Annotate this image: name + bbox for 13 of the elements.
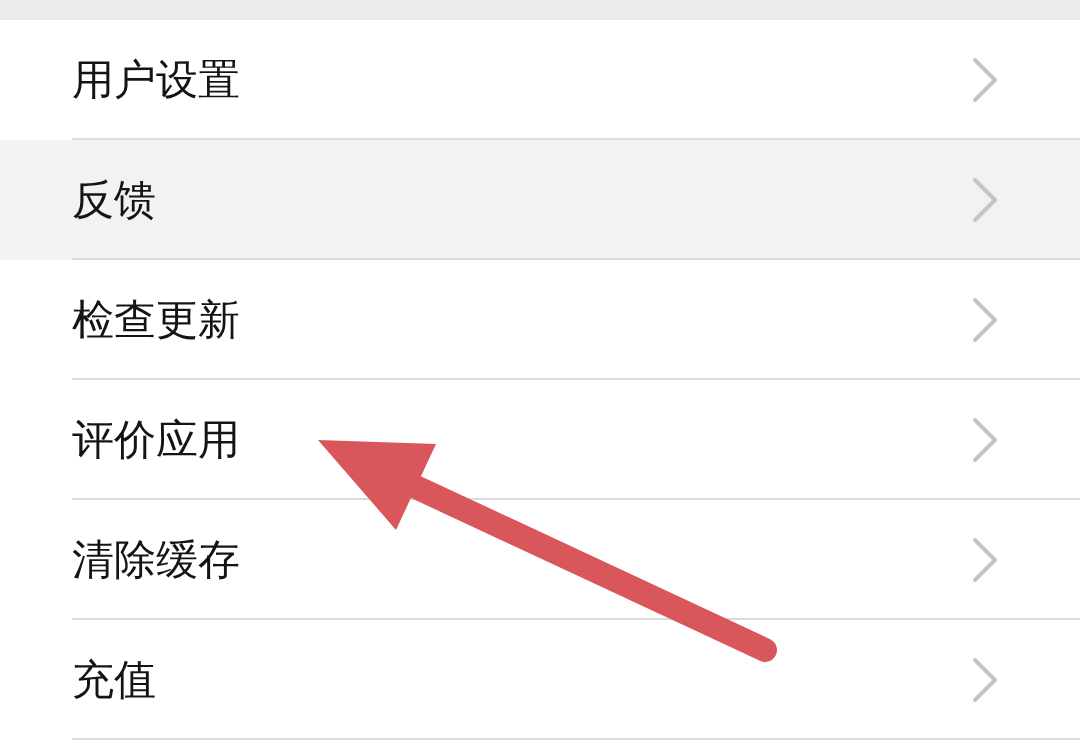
row-label: 反馈 xyxy=(72,174,157,226)
row-label: 清除缓存 xyxy=(72,534,241,586)
settings-row[interactable]: 反馈 xyxy=(0,140,1080,260)
chevron-icon xyxy=(972,57,998,103)
chevron-icon xyxy=(972,537,998,583)
row-label: 评价应用 xyxy=(72,414,241,466)
chevron-icon xyxy=(972,657,998,703)
chevron-icon xyxy=(972,417,998,463)
row-label: 用户设置 xyxy=(72,54,241,106)
chevron-icon xyxy=(972,297,998,343)
chevron-icon xyxy=(972,177,998,223)
row-label: 检查更新 xyxy=(72,294,241,346)
row-label: 充值 xyxy=(72,654,157,706)
